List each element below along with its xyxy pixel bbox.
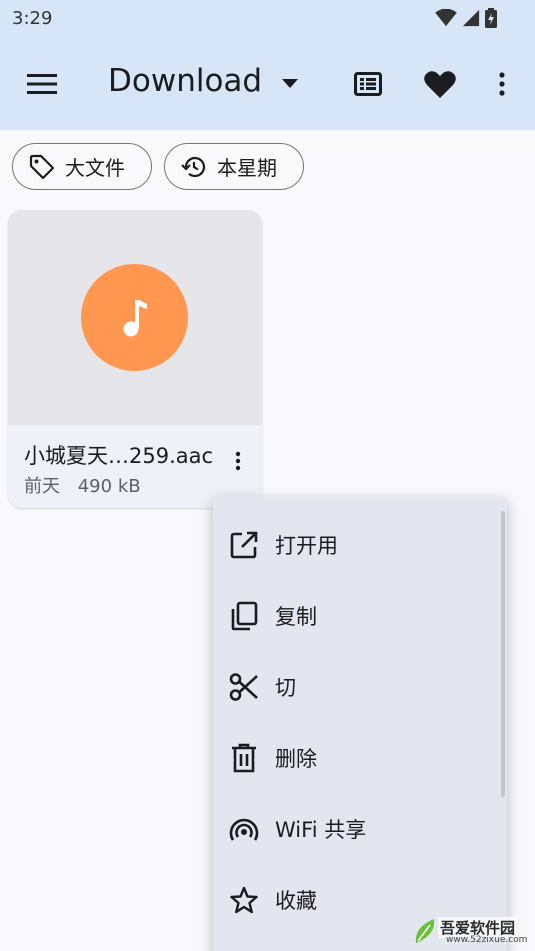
menu-scrollbar[interactable] bbox=[501, 511, 505, 797]
menu-item-label: WiFi 共享 bbox=[275, 818, 367, 842]
hamburger-menu-icon bbox=[27, 74, 57, 94]
wifi-share-icon bbox=[229, 814, 259, 844]
chip-label: 本星期 bbox=[217, 156, 277, 180]
file-card[interactable]: 小城夏天…259.aac 前天 490 kB bbox=[8, 210, 262, 508]
leaf-logo-icon bbox=[415, 919, 435, 943]
status-bar: 3:29 bbox=[0, 0, 535, 38]
wifi-icon bbox=[435, 9, 457, 27]
chip-label: 大文件 bbox=[65, 156, 125, 180]
file-meta: 前天 490 kB bbox=[24, 472, 141, 498]
watermark-url: www.52zixue.com bbox=[446, 935, 528, 945]
menu-item-label: 复制 bbox=[275, 605, 317, 629]
copy-icon bbox=[229, 601, 259, 631]
dropdown-arrow-icon bbox=[282, 79, 298, 88]
menu-item-copy[interactable]: 复制 bbox=[213, 586, 498, 646]
battery-icon bbox=[485, 8, 497, 28]
view-list-button[interactable] bbox=[348, 64, 388, 104]
scissors-icon bbox=[229, 672, 259, 702]
tag-icon bbox=[29, 154, 55, 179]
cellular-signal-icon bbox=[462, 9, 480, 27]
menu-item-delete[interactable]: 删除 bbox=[213, 728, 498, 788]
file-name: 小城夏天…259.aac bbox=[24, 444, 214, 468]
filter-chip-large-files[interactable]: 大文件 bbox=[12, 143, 152, 190]
status-icons bbox=[435, 8, 497, 28]
file-context-menu: 打开用 复制 切 删除 WiFi 共享 收藏 bbox=[213, 497, 507, 951]
app-bar: Download bbox=[0, 50, 535, 118]
history-icon bbox=[181, 156, 206, 177]
music-file-badge bbox=[81, 264, 188, 371]
trash-icon bbox=[229, 743, 259, 773]
menu-item-label: 删除 bbox=[275, 747, 317, 771]
music-note-icon bbox=[123, 299, 147, 336]
menu-item-label: 切 bbox=[275, 676, 296, 700]
menu-item-label: 收藏 bbox=[275, 889, 317, 913]
status-time: 3:29 bbox=[12, 8, 53, 29]
menu-item-wifi-share[interactable]: WiFi 共享 bbox=[213, 799, 498, 859]
heart-icon bbox=[424, 71, 456, 98]
file-more-button[interactable] bbox=[228, 446, 248, 476]
file-size: 490 kB bbox=[77, 476, 141, 497]
list-view-icon bbox=[354, 72, 382, 96]
open-external-icon bbox=[229, 530, 259, 560]
page-title[interactable]: Download bbox=[108, 63, 262, 99]
title-dropdown-button[interactable] bbox=[276, 70, 304, 98]
more-vert-icon bbox=[499, 72, 505, 96]
star-icon bbox=[229, 885, 259, 915]
site-watermark: 吾爱软件园 www.52zixue.com bbox=[408, 893, 528, 949]
more-vert-icon bbox=[235, 451, 241, 471]
file-thumbnail bbox=[8, 210, 262, 425]
navigation-menu-button[interactable] bbox=[22, 64, 62, 104]
favorites-button[interactable] bbox=[420, 64, 460, 104]
file-date: 前天 bbox=[24, 476, 60, 497]
menu-item-label: 打开用 bbox=[275, 534, 338, 558]
overflow-menu-button[interactable] bbox=[486, 64, 518, 104]
menu-item-open-with[interactable]: 打开用 bbox=[213, 515, 498, 575]
filter-chip-this-week[interactable]: 本星期 bbox=[164, 143, 304, 190]
menu-item-cut[interactable]: 切 bbox=[213, 657, 498, 717]
